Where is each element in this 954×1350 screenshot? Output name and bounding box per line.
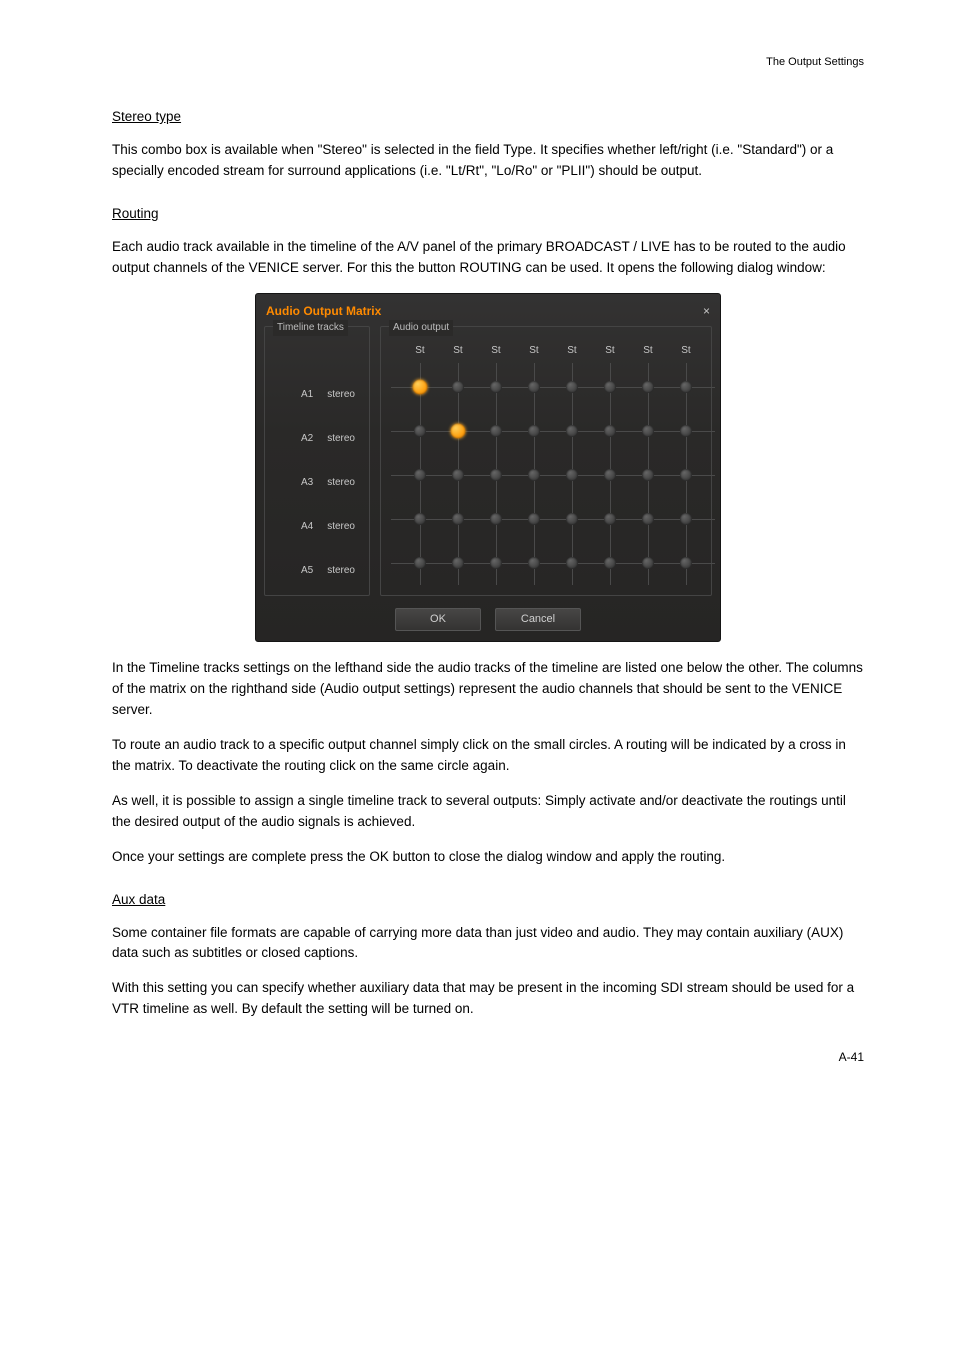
matrix-node[interactable]: [642, 557, 654, 569]
matrix-node[interactable]: [452, 557, 464, 569]
matrix-node[interactable]: [528, 469, 540, 481]
track-id: A5: [301, 563, 313, 579]
output-column-header: St: [401, 343, 439, 359]
dialog-window: Audio Output Matrix × Timeline tracks A1…: [255, 293, 721, 643]
matrix-node[interactable]: [452, 469, 464, 481]
audio-output-legend: Audio output: [389, 320, 453, 336]
page-number: A-41: [112, 1048, 864, 1067]
matrix-node[interactable]: [414, 425, 426, 437]
matrix-node[interactable]: [680, 381, 692, 393]
matrix-node[interactable]: [642, 381, 654, 393]
matrix-node[interactable]: [490, 425, 502, 437]
track-id: A2: [301, 431, 313, 447]
matrix-node[interactable]: [414, 513, 426, 525]
audio-output-panel: Audio output StStStStStStStSt: [380, 326, 712, 596]
matrix-node[interactable]: [604, 469, 616, 481]
matrix-node[interactable]: [566, 425, 578, 437]
matrix-node[interactable]: [452, 381, 464, 393]
matrix-node[interactable]: [490, 513, 502, 525]
matrix-node[interactable]: [604, 557, 616, 569]
dialog-title: Audio Output Matrix: [266, 302, 381, 321]
output-column-header: St: [477, 343, 515, 359]
paragraph-ok-apply: Once your settings are complete press th…: [112, 847, 864, 868]
matrix-node[interactable]: [566, 557, 578, 569]
paragraph-routing-intro: Each audio track available in the timeli…: [112, 237, 864, 279]
paragraph-matrix-explain: In the Timeline tracks settings on the l…: [112, 658, 864, 721]
matrix-node[interactable]: [414, 469, 426, 481]
matrix-node[interactable]: [604, 425, 616, 437]
matrix-node[interactable]: [680, 513, 692, 525]
paragraph-aux-2: With this setting you can specify whethe…: [112, 978, 864, 1020]
track-row: A5 stereo: [271, 549, 363, 593]
output-column-header: St: [553, 343, 591, 359]
matrix-node[interactable]: [528, 381, 540, 393]
output-column-header: St: [667, 343, 705, 359]
paragraph-aux-1: Some container file formats are capable …: [112, 923, 864, 965]
output-column-header: St: [439, 343, 477, 359]
matrix-node[interactable]: [642, 513, 654, 525]
matrix-node[interactable]: [528, 513, 540, 525]
matrix-node[interactable]: [680, 425, 692, 437]
matrix-node[interactable]: [566, 513, 578, 525]
audio-output-matrix-screenshot: Audio Output Matrix × Timeline tracks A1…: [255, 293, 721, 643]
output-column-header: St: [591, 343, 629, 359]
track-id: A3: [301, 475, 313, 491]
heading-stereo-type: Stereo type: [112, 107, 864, 128]
matrix-node[interactable]: [680, 469, 692, 481]
matrix-node[interactable]: [490, 381, 502, 393]
track-row: A2 stereo: [271, 417, 363, 461]
track-type: stereo: [327, 475, 355, 491]
track-row: A3 stereo: [271, 461, 363, 505]
heading-routing: Routing: [112, 204, 864, 225]
matrix-node[interactable]: [490, 469, 502, 481]
matrix-node[interactable]: [452, 513, 464, 525]
track-type: stereo: [327, 431, 355, 447]
page-header-right: The Output Settings: [112, 54, 864, 71]
matrix-node[interactable]: [642, 425, 654, 437]
matrix-node[interactable]: [528, 425, 540, 437]
matrix-node[interactable]: [566, 469, 578, 481]
cancel-button[interactable]: Cancel: [495, 608, 581, 631]
matrix-node[interactable]: [528, 557, 540, 569]
matrix-node-active[interactable]: [413, 379, 428, 394]
timeline-tracks-legend: Timeline tracks: [273, 320, 348, 336]
matrix-node[interactable]: [680, 557, 692, 569]
track-id: A4: [301, 519, 313, 535]
heading-aux-data: Aux data: [112, 890, 864, 911]
matrix-node[interactable]: [414, 557, 426, 569]
matrix-node[interactable]: [642, 469, 654, 481]
output-column-header: St: [629, 343, 667, 359]
paragraph-routing-click: To route an audio track to a specific ou…: [112, 735, 864, 777]
track-type: stereo: [327, 387, 355, 403]
ok-button[interactable]: OK: [395, 608, 481, 631]
track-row: A1 stereo: [271, 373, 363, 417]
matrix-node[interactable]: [566, 381, 578, 393]
paragraph-stereo-type: This combo box is available when "Stereo…: [112, 140, 864, 182]
track-type: stereo: [327, 563, 355, 579]
close-icon[interactable]: ×: [703, 305, 710, 317]
track-row: A4 stereo: [271, 505, 363, 549]
output-column-header: St: [515, 343, 553, 359]
timeline-tracks-panel: Timeline tracks A1stereoA2stereoA3stereo…: [264, 326, 370, 596]
track-id: A1: [301, 387, 313, 403]
matrix-node[interactable]: [490, 557, 502, 569]
matrix-node-active[interactable]: [451, 423, 466, 438]
matrix-node[interactable]: [604, 513, 616, 525]
track-type: stereo: [327, 519, 355, 535]
matrix-node[interactable]: [604, 381, 616, 393]
paragraph-multi-output: As well, it is possible to assign a sing…: [112, 791, 864, 833]
